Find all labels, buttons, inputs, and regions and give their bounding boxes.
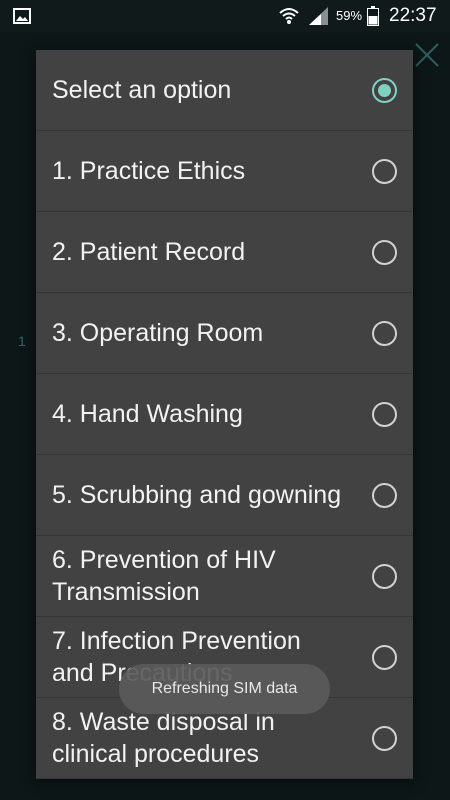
option-label: 2. Patient Record xyxy=(52,238,246,266)
signal-icon xyxy=(309,7,328,25)
option-label: 5. Scrubbing and gowning xyxy=(52,481,342,509)
wifi-icon xyxy=(279,8,299,24)
option-label: 3. Operating Room xyxy=(52,319,264,347)
option-item-practice-ethics[interactable]: 1. Practice Ethics xyxy=(36,131,413,212)
radio-button[interactable] xyxy=(372,483,397,508)
battery-percentage: 59% xyxy=(336,8,363,23)
option-item-select-an-option[interactable]: Select an option xyxy=(36,50,413,131)
option-item-scrubbing-and-gowning[interactable]: 5. Scrubbing and gowning xyxy=(36,455,413,536)
toast-message: Refreshing SIM data xyxy=(119,664,330,714)
background-text: 1 xyxy=(18,333,26,349)
status-bar: 59% 22:37 xyxy=(0,0,450,32)
battery-icon xyxy=(367,6,379,26)
radio-button[interactable] xyxy=(372,645,397,670)
close-icon[interactable] xyxy=(414,42,440,68)
option-item-patient-record[interactable]: 2. Patient Record xyxy=(36,212,413,293)
option-label: 6. Prevention of HIV Transmission xyxy=(52,546,276,606)
gallery-icon xyxy=(13,8,31,24)
radio-button[interactable] xyxy=(372,321,397,346)
option-item-prevention-of-hiv[interactable]: 6. Prevention of HIV Transmission xyxy=(36,536,413,617)
option-label: 4. Hand Washing xyxy=(52,400,243,428)
clock: 22:37 xyxy=(389,5,437,26)
option-item-operating-room[interactable]: 3. Operating Room xyxy=(36,293,413,374)
option-item-hand-washing[interactable]: 4. Hand Washing xyxy=(36,374,413,455)
option-label: Select an option xyxy=(52,76,232,104)
radio-button-selected[interactable] xyxy=(372,78,397,103)
radio-button[interactable] xyxy=(372,402,397,427)
radio-button[interactable] xyxy=(372,159,397,184)
option-label: 1. Practice Ethics xyxy=(52,157,246,185)
radio-button[interactable] xyxy=(372,564,397,589)
radio-button[interactable] xyxy=(372,726,397,751)
radio-button[interactable] xyxy=(372,240,397,265)
